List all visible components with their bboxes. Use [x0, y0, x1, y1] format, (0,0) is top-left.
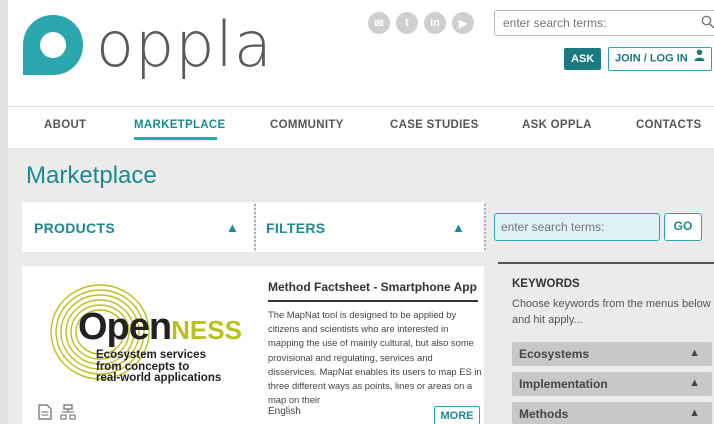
join-login-button[interactable]: JOIN / LOG IN — [608, 47, 712, 71]
marketplace-search-input[interactable] — [495, 214, 655, 239]
card-icons — [38, 404, 76, 424]
chevron-up-icon[interactable]: ▲ — [226, 220, 239, 235]
logo-wordmark: oppla — [96, 8, 273, 81]
site-logo[interactable]: oppla — [20, 12, 273, 78]
keyword-group-ecosystems[interactable]: Ecosystems ▲ — [512, 342, 712, 366]
browser-viewport: oppla ✉ t in ▶ ASK JOIN / LOG IN ABOUT M… — [8, 0, 714, 424]
nav-about[interactable]: ABOUT — [44, 119, 86, 131]
twitter-icon[interactable]: t — [396, 12, 418, 34]
go-button[interactable]: GO — [664, 213, 702, 241]
nav-community[interactable]: COMMUNITY — [270, 119, 344, 131]
chevron-up-icon: ▲ — [689, 377, 700, 389]
openness-logo: OpenNESS Ecosystem services from concept… — [38, 276, 252, 396]
products-panel-header[interactable]: PRODUCTS ▲ — [22, 202, 254, 252]
card-language: English — [268, 406, 301, 417]
keywords-rule — [498, 262, 714, 264]
more-button[interactable]: MORE — [434, 406, 480, 424]
social-links: ✉ t in ▶ — [368, 12, 474, 34]
card-title-rule — [268, 300, 478, 302]
keyword-group-implementation[interactable]: Implementation ▲ — [512, 372, 712, 396]
youtube-icon[interactable]: ▶ — [452, 12, 474, 34]
keyword-group-label: Methods — [519, 407, 569, 421]
search-icon[interactable] — [701, 15, 714, 34]
page-title: Marketplace — [26, 162, 157, 189]
openness-tagline: Ecosystem services from concepts to real… — [96, 349, 222, 384]
divider — [484, 204, 486, 250]
join-login-label: JOIN / LOG IN — [615, 52, 688, 65]
card-description: The MapNat tool is designed to be applie… — [268, 309, 482, 406]
user-icon — [694, 48, 705, 69]
document-icon[interactable] — [38, 404, 52, 424]
keywords-description: Choose keywords from the menus below and… — [512, 298, 711, 326]
keyword-group-label: Ecosystems — [519, 347, 590, 361]
filters-panel-header[interactable]: FILTERS ▲ — [256, 202, 484, 252]
product-card[interactable]: OpenNESS Ecosystem services from concept… — [22, 266, 484, 424]
header-search-input[interactable] — [495, 11, 695, 35]
keyword-group-label: Implementation — [519, 377, 608, 391]
network-icon[interactable] — [60, 404, 76, 424]
nav-contacts[interactable]: CONTACTS — [636, 119, 701, 131]
ask-button[interactable]: ASK — [564, 48, 602, 70]
oppla-logo-icon — [20, 12, 86, 78]
page-edge — [0, 0, 8, 424]
marketplace-search — [494, 213, 660, 241]
keywords-panel: KEYWORDS Choose keywords from the menus … — [498, 262, 714, 424]
chevron-up-icon: ▲ — [689, 347, 700, 359]
chevron-up-icon[interactable]: ▲ — [452, 220, 465, 235]
nav-active-indicator — [134, 137, 217, 140]
keywords-title: KEYWORDS — [512, 278, 580, 290]
products-label: PRODUCTS — [34, 220, 115, 236]
card-title[interactable]: Method Factsheet - Smartphone App — [268, 280, 477, 294]
main-navigation: ABOUT MARKETPLACE COMMUNITY CASE STUDIES… — [8, 106, 714, 146]
mail-icon[interactable]: ✉ — [368, 12, 390, 34]
openness-wordmark: OpenNESS — [78, 306, 242, 348]
nav-marketplace[interactable]: MARKETPLACE — [134, 119, 225, 131]
filters-label: FILTERS — [266, 220, 326, 236]
linkedin-icon[interactable]: in — [424, 12, 446, 34]
nav-case-studies[interactable]: CASE STUDIES — [390, 119, 479, 131]
nav-ask-oppla[interactable]: ASK OPPLA — [522, 119, 592, 131]
keyword-group-methods[interactable]: Methods ▲ — [512, 402, 712, 424]
chevron-up-icon: ▲ — [689, 407, 700, 419]
header-search — [494, 10, 714, 36]
